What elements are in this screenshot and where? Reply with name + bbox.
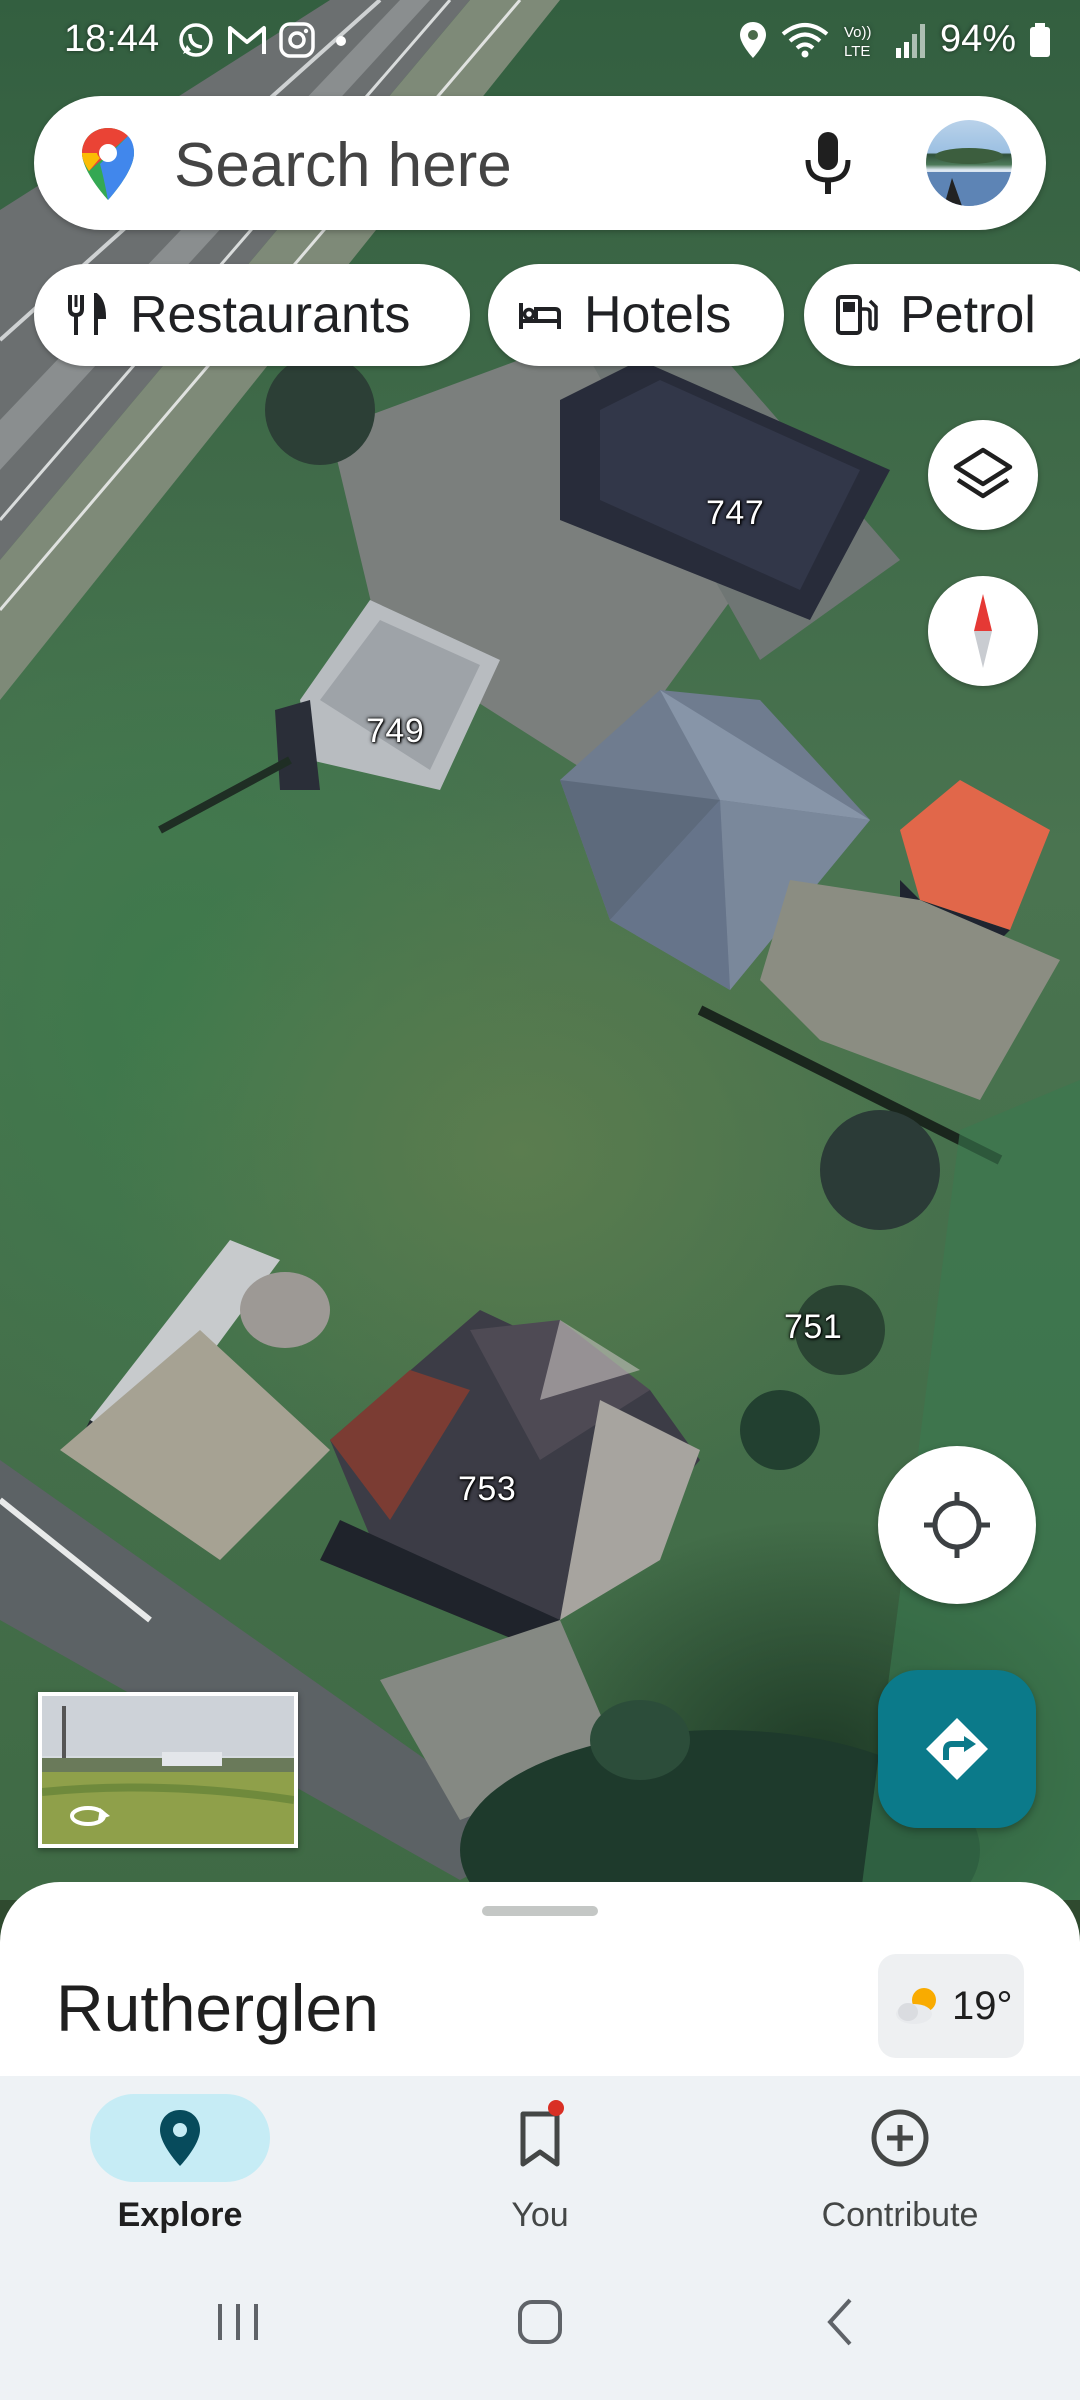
bookmark-icon bbox=[520, 2100, 564, 2167]
fuel-pump-icon bbox=[836, 295, 878, 335]
petrol-chip-label: Petrol bbox=[900, 286, 1036, 344]
instagram-icon bbox=[279, 22, 315, 58]
fork-knife-icon bbox=[68, 293, 107, 335]
nav-you-indicator bbox=[450, 2094, 630, 2182]
bottom-sheet[interactable]: Rutherglen 19° bbox=[0, 1882, 1080, 2082]
microphone-icon[interactable] bbox=[802, 130, 854, 196]
partly-sunny-icon bbox=[896, 1988, 936, 2024]
avatar[interactable] bbox=[926, 120, 1012, 206]
weather-chip[interactable]: 19° bbox=[878, 1954, 1024, 2058]
restaurants-chip-label: Restaurants bbox=[130, 286, 411, 344]
dot-icon bbox=[336, 36, 346, 46]
nav-you-label: You bbox=[511, 2196, 569, 2234]
petrol-chip[interactable]: Petrol bbox=[804, 264, 1080, 366]
restaurants-chip[interactable]: Restaurants bbox=[34, 264, 470, 366]
hotels-chip-label: Hotels bbox=[584, 286, 732, 344]
bottom-navigation: Explore You Contribute bbox=[0, 2076, 1080, 2256]
system-status-icons: Vo)) LTE 94% bbox=[738, 18, 1052, 61]
nav-contribute-label: Contribute bbox=[821, 2196, 979, 2234]
layers-button[interactable] bbox=[928, 420, 1038, 530]
search-bar[interactable]: Search here bbox=[34, 96, 1046, 230]
directions-icon bbox=[926, 1718, 988, 1780]
nav-you[interactable]: You bbox=[410, 2094, 670, 2254]
compass-button[interactable] bbox=[928, 576, 1038, 686]
home-icon[interactable] bbox=[510, 2292, 570, 2352]
battery-icon bbox=[1030, 22, 1050, 57]
house-number-753: 753 bbox=[458, 1470, 517, 1508]
house-number-747: 747 bbox=[706, 494, 765, 532]
svg-text:LTE: LTE bbox=[844, 43, 870, 60]
wifi-icon bbox=[781, 22, 829, 57]
back-icon[interactable] bbox=[812, 2292, 872, 2352]
layers-icon bbox=[953, 447, 1013, 499]
house-number-751: 751 bbox=[784, 1308, 843, 1346]
add-circle-icon bbox=[871, 2109, 929, 2167]
nav-contribute[interactable]: Contribute bbox=[770, 2094, 1030, 2254]
avatar-image bbox=[926, 148, 1012, 206]
my-location-icon bbox=[924, 1492, 990, 1558]
house-number-749: 749 bbox=[366, 712, 425, 750]
street-view-image bbox=[42, 1696, 294, 1844]
signal-icon bbox=[895, 23, 925, 58]
notification-dot bbox=[548, 2100, 564, 2116]
notification-icons bbox=[176, 20, 356, 60]
bed-icon bbox=[519, 303, 561, 329]
svg-text:Vo)): Vo)) bbox=[844, 24, 872, 41]
street-view-thumbnail[interactable] bbox=[38, 1692, 298, 1848]
google-maps-pin-icon bbox=[82, 128, 134, 200]
system-navigation-bar bbox=[0, 2256, 1080, 2400]
my-location-button[interactable] bbox=[878, 1446, 1036, 1604]
battery-percentage: 94% bbox=[939, 18, 1016, 60]
status-time: 18:44 bbox=[64, 18, 160, 60]
gmail-icon bbox=[228, 26, 266, 54]
nav-contribute-indicator bbox=[810, 2094, 990, 2182]
search-input[interactable]: Search here bbox=[174, 130, 512, 201]
recent-apps-icon[interactable] bbox=[208, 2292, 268, 2352]
status-bar: 18:44 Vo)) LTE 94% bbox=[0, 0, 1080, 80]
location-icon bbox=[739, 21, 766, 58]
hotels-chip[interactable]: Hotels bbox=[488, 264, 784, 366]
directions-button[interactable] bbox=[878, 1670, 1036, 1828]
nav-explore-indicator bbox=[90, 2094, 270, 2182]
sheet-drag-handle[interactable] bbox=[482, 1906, 598, 1916]
place-title: Rutherglen bbox=[56, 1971, 379, 2045]
screen: 747 749 751 753 18:44 Vo)) LTE 94% Searc… bbox=[0, 0, 1080, 2400]
volte-icon: Vo)) LTE bbox=[844, 24, 872, 60]
whatsapp-icon bbox=[179, 23, 213, 57]
compass-icon bbox=[974, 594, 992, 668]
explore-pin-icon bbox=[160, 2110, 200, 2166]
temperature: 19° bbox=[952, 1983, 1013, 2028]
nav-explore-label: Explore bbox=[117, 2196, 243, 2234]
nav-explore[interactable]: Explore bbox=[50, 2094, 310, 2254]
